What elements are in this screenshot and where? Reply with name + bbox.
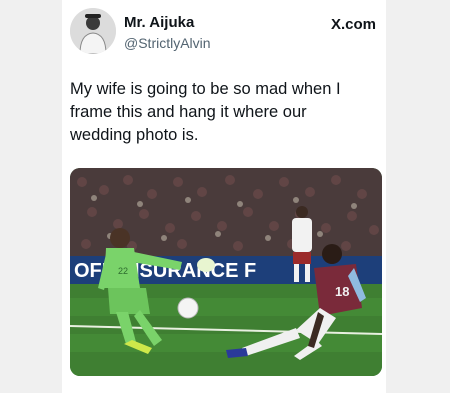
tweet-text-line: My wife is going to be so mad when I	[70, 80, 341, 98]
football	[177, 297, 199, 319]
avatar[interactable]	[70, 8, 116, 54]
profile-photo-icon	[70, 8, 116, 54]
player-shirt-number: 18	[335, 284, 349, 299]
tweet-photo[interactable]: OFF INSURANCE F 22 18	[70, 168, 382, 376]
author-name[interactable]: Mr. Aijuka	[124, 14, 194, 31]
author-handle[interactable]: @StrictlyAlvin	[124, 35, 211, 51]
tweet-header: Mr. Aijuka @StrictlyAlvin X.com	[70, 8, 378, 56]
goalkeeper-shirt-number: 22	[118, 266, 128, 276]
x-logo-icon[interactable]: X.com	[331, 16, 376, 33]
tweet-text: My wife is going to be so mad when I fra…	[70, 78, 382, 147]
tweet-text-line: wedding photo is.	[70, 126, 199, 144]
football-match-photo: OFF INSURANCE F 22 18	[70, 168, 382, 376]
tweet-text-line: frame this and hang it where our	[70, 103, 307, 121]
tweet-card: Mr. Aijuka @StrictlyAlvin X.com My wife …	[62, 0, 386, 393]
